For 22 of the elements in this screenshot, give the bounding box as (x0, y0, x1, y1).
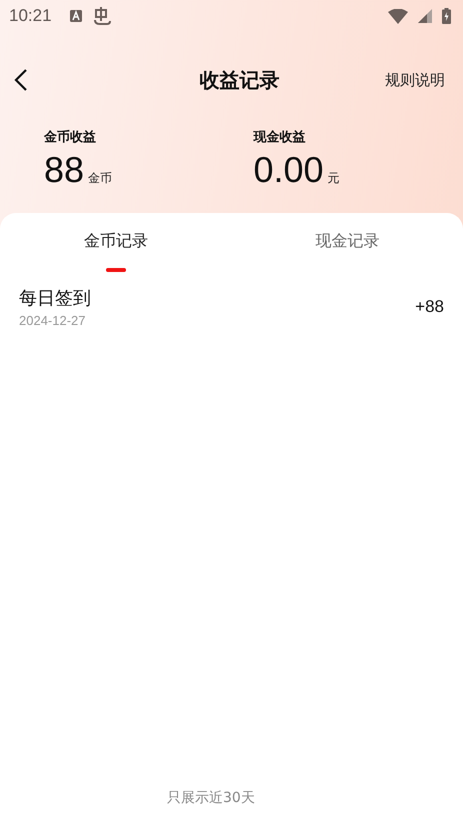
signal-icon (418, 9, 432, 23)
status-time: 10:21 (9, 6, 52, 26)
summary-value: 0.00 (254, 152, 324, 188)
tab-indicator (106, 268, 126, 272)
tab[interactable]: 现金记录 (232, 227, 463, 256)
record-title: 每日签到 (19, 287, 92, 310)
page-title: 收益记录 (198, 66, 280, 94)
summary-unit: 元 (328, 170, 340, 187)
summary-label: 现金收益 (254, 129, 306, 146)
footer-note: 只展示近30天 (167, 789, 255, 807)
summary-unit: 金币 (88, 170, 112, 187)
wifi-icon (388, 8, 408, 24)
back-icon (14, 68, 28, 92)
summary-value: 88 (44, 152, 84, 188)
notification-icon (70, 10, 82, 22)
app-notification-icon (92, 6, 112, 26)
battery-icon (442, 8, 451, 24)
tab[interactable]: 金币记录 (0, 227, 232, 256)
record-amount: +88 (415, 297, 444, 317)
rules-link[interactable]: 规则说明 (385, 70, 445, 90)
record-date: 2024-12-27 (19, 313, 86, 328)
summary-label: 金币收益 (44, 128, 97, 146)
